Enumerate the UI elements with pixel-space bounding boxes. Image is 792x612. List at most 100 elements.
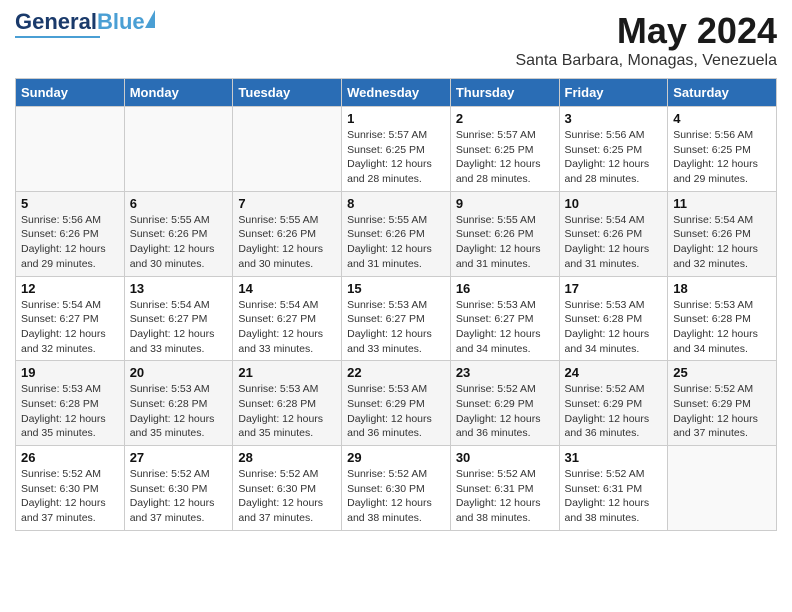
day-number: 30 <box>456 450 554 465</box>
calendar-cell <box>124 107 233 192</box>
calendar-cell: 8Sunrise: 5:55 AM Sunset: 6:26 PM Daylig… <box>342 191 451 276</box>
day-info: Sunrise: 5:52 AM Sunset: 6:29 PM Dayligh… <box>565 382 663 441</box>
day-info: Sunrise: 5:55 AM Sunset: 6:26 PM Dayligh… <box>238 213 336 272</box>
day-info: Sunrise: 5:53 AM Sunset: 6:28 PM Dayligh… <box>21 382 119 441</box>
day-info: Sunrise: 5:52 AM Sunset: 6:31 PM Dayligh… <box>456 467 554 526</box>
calendar-cell: 17 Sunrise: 5:53 AM Sunset: 6:28 PM Dayli… <box>559 276 668 361</box>
calendar-cell <box>668 446 777 531</box>
logo-blue: Blue <box>97 9 145 34</box>
logo-text: GeneralBlue <box>15 10 145 34</box>
calendar-cell: 10Sunrise: 5:54 AM Sunset: 6:26 PM Dayli… <box>559 191 668 276</box>
day-info: Sunrise: 5:53 AM Sunset: 6:27 PM Dayligh… <box>456 298 554 357</box>
day-info: Sunrise: 5:52 AM Sunset: 6:30 PM Dayligh… <box>130 467 228 526</box>
day-number: 4 <box>673 111 771 126</box>
calendar-header-row: SundayMondayTuesdayWednesdayThursdayFrid… <box>16 79 777 107</box>
calendar-cell: 18 Sunrise: 5:53 AM Sunset: 6:28 PM Dayli… <box>668 276 777 361</box>
calendar-week-4: 19 Sunrise: 5:53 AM Sunset: 6:28 PM Dayli… <box>16 361 777 446</box>
day-info: Sunrise: 5:56 AM Sunset: 6:25 PM Dayligh… <box>565 128 663 187</box>
day-number: 18 <box>673 281 771 296</box>
logo: GeneralBlue <box>15 10 145 38</box>
calendar-cell <box>16 107 125 192</box>
day-number: 26 <box>21 450 119 465</box>
calendar-week-5: 26 Sunrise: 5:52 AM Sunset: 6:30 PM Dayli… <box>16 446 777 531</box>
day-info: Sunrise: 5:52 AM Sunset: 6:29 PM Dayligh… <box>673 382 771 441</box>
day-header-friday: Friday <box>559 79 668 107</box>
day-info: Sunrise: 5:53 AM Sunset: 6:28 PM Dayligh… <box>673 298 771 357</box>
calendar-cell: 1Sunrise: 5:57 AM Sunset: 6:25 PM Daylig… <box>342 107 451 192</box>
day-info: Sunrise: 5:55 AM Sunset: 6:26 PM Dayligh… <box>130 213 228 272</box>
calendar-cell: 15Sunrise: 5:53 AM Sunset: 6:27 PM Dayli… <box>342 276 451 361</box>
logo-icon <box>145 10 155 28</box>
day-number: 20 <box>130 365 228 380</box>
calendar-body: 1Sunrise: 5:57 AM Sunset: 6:25 PM Daylig… <box>16 107 777 531</box>
day-number: 11 <box>673 196 771 211</box>
calendar-cell: 2Sunrise: 5:57 AM Sunset: 6:25 PM Daylig… <box>450 107 559 192</box>
calendar-cell: 22Sunrise: 5:53 AM Sunset: 6:29 PM Dayli… <box>342 361 451 446</box>
calendar-cell: 20 Sunrise: 5:53 AM Sunset: 6:28 PM Dayli… <box>124 361 233 446</box>
day-number: 19 <box>21 365 119 380</box>
day-number: 17 <box>565 281 663 296</box>
calendar-cell: 19 Sunrise: 5:53 AM Sunset: 6:28 PM Dayli… <box>16 361 125 446</box>
calendar-cell: 14 Sunrise: 5:54 AM Sunset: 6:27 PM Dayli… <box>233 276 342 361</box>
day-info: Sunrise: 5:52 AM Sunset: 6:30 PM Dayligh… <box>347 467 445 526</box>
main-title: May 2024 <box>515 10 777 52</box>
day-info: Sunrise: 5:53 AM Sunset: 6:28 PM Dayligh… <box>130 382 228 441</box>
day-number: 13 <box>130 281 228 296</box>
day-info: Sunrise: 5:54 AM Sunset: 6:27 PM Dayligh… <box>130 298 228 357</box>
day-number: 22 <box>347 365 445 380</box>
calendar-cell: 3 Sunrise: 5:56 AM Sunset: 6:25 PM Daylig… <box>559 107 668 192</box>
day-number: 27 <box>130 450 228 465</box>
day-number: 7 <box>238 196 336 211</box>
day-info: Sunrise: 5:56 AM Sunset: 6:25 PM Dayligh… <box>673 128 771 187</box>
calendar-cell: 23 Sunrise: 5:52 AM Sunset: 6:29 PM Dayli… <box>450 361 559 446</box>
day-number: 14 <box>238 281 336 296</box>
day-number: 2 <box>456 111 554 126</box>
day-number: 23 <box>456 365 554 380</box>
day-info: Sunrise: 5:52 AM Sunset: 6:29 PM Dayligh… <box>456 382 554 441</box>
day-number: 25 <box>673 365 771 380</box>
calendar-cell: 31 Sunrise: 5:52 AM Sunset: 6:31 PM Dayli… <box>559 446 668 531</box>
calendar-cell: 13 Sunrise: 5:54 AM Sunset: 6:27 PM Dayli… <box>124 276 233 361</box>
day-number: 15 <box>347 281 445 296</box>
logo-underline <box>15 36 100 38</box>
day-number: 29 <box>347 450 445 465</box>
day-number: 3 <box>565 111 663 126</box>
day-number: 31 <box>565 450 663 465</box>
calendar-cell: 28 Sunrise: 5:52 AM Sunset: 6:30 PM Dayli… <box>233 446 342 531</box>
calendar-cell: 29 Sunrise: 5:52 AM Sunset: 6:30 PM Dayli… <box>342 446 451 531</box>
day-header-thursday: Thursday <box>450 79 559 107</box>
day-number: 5 <box>21 196 119 211</box>
calendar-cell: 9 Sunrise: 5:55 AM Sunset: 6:26 PM Daylig… <box>450 191 559 276</box>
calendar-week-3: 12Sunrise: 5:54 AM Sunset: 6:27 PM Dayli… <box>16 276 777 361</box>
calendar-cell: 11 Sunrise: 5:54 AM Sunset: 6:26 PM Dayli… <box>668 191 777 276</box>
day-number: 1 <box>347 111 445 126</box>
title-block: May 2024 Santa Barbara, Monagas, Venezue… <box>515 10 777 70</box>
day-header-wednesday: Wednesday <box>342 79 451 107</box>
calendar-week-1: 1Sunrise: 5:57 AM Sunset: 6:25 PM Daylig… <box>16 107 777 192</box>
day-number: 9 <box>456 196 554 211</box>
day-info: Sunrise: 5:53 AM Sunset: 6:28 PM Dayligh… <box>238 382 336 441</box>
calendar-cell: 12Sunrise: 5:54 AM Sunset: 6:27 PM Dayli… <box>16 276 125 361</box>
calendar-cell: 4 Sunrise: 5:56 AM Sunset: 6:25 PM Daylig… <box>668 107 777 192</box>
calendar-cell: 30 Sunrise: 5:52 AM Sunset: 6:31 PM Dayli… <box>450 446 559 531</box>
day-info: Sunrise: 5:52 AM Sunset: 6:30 PM Dayligh… <box>21 467 119 526</box>
day-info: Sunrise: 5:53 AM Sunset: 6:28 PM Dayligh… <box>565 298 663 357</box>
day-header-saturday: Saturday <box>668 79 777 107</box>
day-header-tuesday: Tuesday <box>233 79 342 107</box>
calendar-cell: 26 Sunrise: 5:52 AM Sunset: 6:30 PM Dayli… <box>16 446 125 531</box>
calendar-cell: 25 Sunrise: 5:52 AM Sunset: 6:29 PM Dayli… <box>668 361 777 446</box>
calendar-cell: 7 Sunrise: 5:55 AM Sunset: 6:26 PM Daylig… <box>233 191 342 276</box>
calendar-cell: 16Sunrise: 5:53 AM Sunset: 6:27 PM Dayli… <box>450 276 559 361</box>
calendar-cell: 21 Sunrise: 5:53 AM Sunset: 6:28 PM Dayli… <box>233 361 342 446</box>
day-number: 10 <box>565 196 663 211</box>
day-info: Sunrise: 5:54 AM Sunset: 6:26 PM Dayligh… <box>673 213 771 272</box>
day-info: Sunrise: 5:56 AM Sunset: 6:26 PM Dayligh… <box>21 213 119 272</box>
day-info: Sunrise: 5:54 AM Sunset: 6:27 PM Dayligh… <box>238 298 336 357</box>
day-number: 8 <box>347 196 445 211</box>
day-header-sunday: Sunday <box>16 79 125 107</box>
day-info: Sunrise: 5:52 AM Sunset: 6:30 PM Dayligh… <box>238 467 336 526</box>
day-info: Sunrise: 5:52 AM Sunset: 6:31 PM Dayligh… <box>565 467 663 526</box>
day-number: 21 <box>238 365 336 380</box>
day-info: Sunrise: 5:55 AM Sunset: 6:26 PM Dayligh… <box>456 213 554 272</box>
day-number: 28 <box>238 450 336 465</box>
